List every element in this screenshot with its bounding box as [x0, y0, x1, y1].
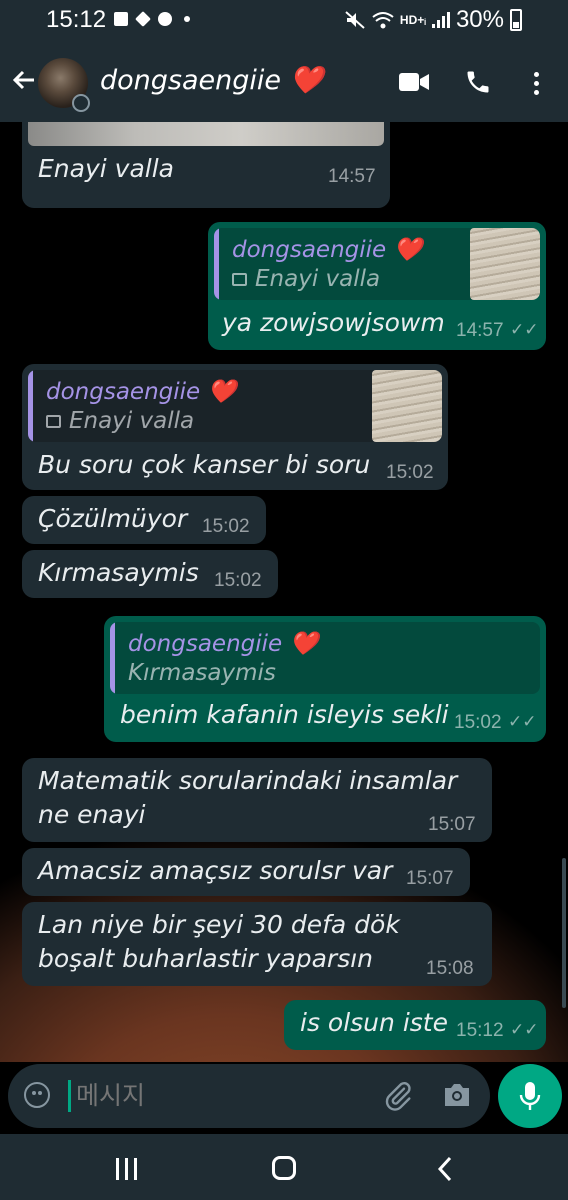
message-bubble[interactable]: dongsaengiie ❤️ Kırmasaymis benim kafani…: [104, 616, 546, 742]
message-bubble[interactable]: Çözülmüyor 15:02: [22, 496, 266, 544]
photo-icon: [232, 273, 247, 286]
network-type: HD+ᵢ: [399, 13, 426, 27]
message-time: 15:07: [428, 814, 476, 835]
gallery-notification-icon: [114, 12, 128, 26]
quote-author: dongsaengiie ❤️: [128, 631, 319, 657]
message-bubble[interactable]: Kırmasaymis 15:02: [22, 550, 278, 598]
chat-header: dongsaengiie ❤️: [0, 44, 568, 122]
message-time: 15:02: [202, 516, 250, 537]
battery-percent: 30%: [455, 6, 504, 33]
message-text-line: ne enayi: [38, 800, 146, 829]
text-cursor: [68, 1080, 71, 1112]
message-time: 15:12: [456, 1020, 504, 1041]
message-text-line: Matematik sorularindaki insamlar: [38, 766, 458, 795]
message-time: 15:02: [386, 462, 434, 483]
image-attachment[interactable]: [28, 122, 384, 146]
box-notification-icon: [135, 11, 151, 27]
more-notifications-icon: [184, 16, 190, 22]
signal-icon: [431, 12, 450, 28]
message-composer: [8, 1064, 490, 1128]
quote-author: dongsaengiie ❤️: [232, 237, 423, 263]
read-receipt-icon: ✓✓: [508, 712, 537, 732]
message-time: 14:57: [328, 166, 376, 187]
attach-icon[interactable]: [382, 1080, 414, 1112]
status-ring-icon: [72, 94, 90, 112]
message-time: 14:57: [456, 320, 504, 341]
message-bubble[interactable]: Enayi valla 14:57: [22, 122, 390, 208]
message-text-line: Lan niye bir şeyi 30 defa dök: [38, 910, 400, 939]
message-text: ya zowjsowjsowm: [222, 308, 445, 337]
message-bubble[interactable]: Matematik sorularindaki insamlar ne enay…: [22, 758, 492, 842]
message-time: 15:02: [214, 570, 262, 591]
message-text-line: boşalt buharlastir yaparsın: [38, 944, 374, 973]
camera-icon[interactable]: [442, 1082, 472, 1108]
message-time: 15:08: [426, 958, 474, 979]
message-text: Kırmasaymis: [38, 558, 199, 587]
message-text: Enayi valla: [38, 154, 174, 183]
message-text: is olsun iste: [300, 1008, 448, 1037]
message-time: 15:07: [406, 868, 454, 889]
quote-thumbnail: [470, 228, 540, 300]
message-list[interactable]: Enayi valla 14:57 dongsaengiie ❤️ Enayi …: [0, 122, 568, 1062]
status-time: 15:12: [46, 6, 107, 33]
video-call-icon[interactable]: [398, 70, 430, 94]
read-receipt-icon: ✓✓: [510, 320, 539, 340]
reply-quote[interactable]: dongsaengiie ❤️ Enayi valla: [214, 228, 540, 300]
quote-bar: [214, 228, 219, 300]
message-bubble[interactable]: is olsun iste 15:12 ✓✓: [284, 1000, 546, 1050]
message-bubble[interactable]: dongsaengiie ❤️ Enayi valla Bu soru çok …: [22, 364, 448, 490]
message-bubble[interactable]: dongsaengiie ❤️ Enayi valla ya zowjsowjs…: [208, 222, 546, 350]
reply-quote[interactable]: dongsaengiie ❤️ Enayi valla: [28, 370, 442, 442]
quote-bar: [110, 622, 115, 694]
scrollbar[interactable]: [562, 858, 566, 1008]
quote-bar: [28, 370, 33, 442]
emoji-icon[interactable]: [24, 1082, 50, 1108]
contact-name-text: dongsaengiie: [100, 65, 281, 96]
back-arrow-icon[interactable]: [8, 64, 40, 96]
system-back-icon[interactable]: [436, 1156, 454, 1182]
message-text: Bu soru çok kanser bi soru: [38, 450, 371, 479]
contact-name[interactable]: dongsaengiie ❤️: [100, 64, 323, 96]
system-nav-bar: [0, 1134, 568, 1200]
quote-text: Kırmasaymis: [128, 660, 276, 686]
message-text: Çözülmüyor: [38, 504, 188, 533]
message-time: 15:02: [454, 712, 502, 733]
home-icon[interactable]: [272, 1156, 296, 1180]
person-notification-icon: [158, 12, 172, 26]
status-right: HD+ᵢ 30%: [344, 6, 522, 34]
quote-text: Enayi valla: [46, 408, 194, 434]
quote-text: Enayi valla: [232, 266, 380, 292]
message-bubble[interactable]: Lan niye bir şeyi 30 defa dök boşalt buh…: [22, 902, 492, 986]
recent-apps-icon[interactable]: [116, 1158, 137, 1180]
quote-thumbnail: [372, 370, 442, 442]
heart-emoji: ❤️: [289, 65, 324, 96]
reply-quote[interactable]: dongsaengiie ❤️ Kırmasaymis: [110, 622, 540, 694]
mute-icon: [345, 11, 365, 29]
message-input[interactable]: [74, 1081, 358, 1112]
notification-icons: [114, 11, 190, 27]
message-text: benim kafanin isleyis sekli: [120, 700, 449, 729]
battery-icon: [510, 9, 522, 31]
mic-button[interactable]: [498, 1064, 562, 1128]
mic-icon: [519, 1082, 541, 1110]
message-bubble[interactable]: Amacsiz amaçsız sorulsr var 15:07: [22, 848, 470, 896]
more-options-icon[interactable]: [528, 68, 544, 98]
wifi-icon: [372, 12, 394, 29]
voice-call-icon[interactable]: [464, 68, 492, 96]
message-text: Amacsiz amaçsız sorulsr var: [38, 856, 393, 885]
quote-author: dongsaengiie ❤️: [46, 379, 237, 405]
read-receipt-icon: ✓✓: [510, 1020, 539, 1040]
photo-icon: [46, 415, 61, 428]
status-bar: 15:12 HD+ᵢ 30%: [0, 0, 568, 44]
